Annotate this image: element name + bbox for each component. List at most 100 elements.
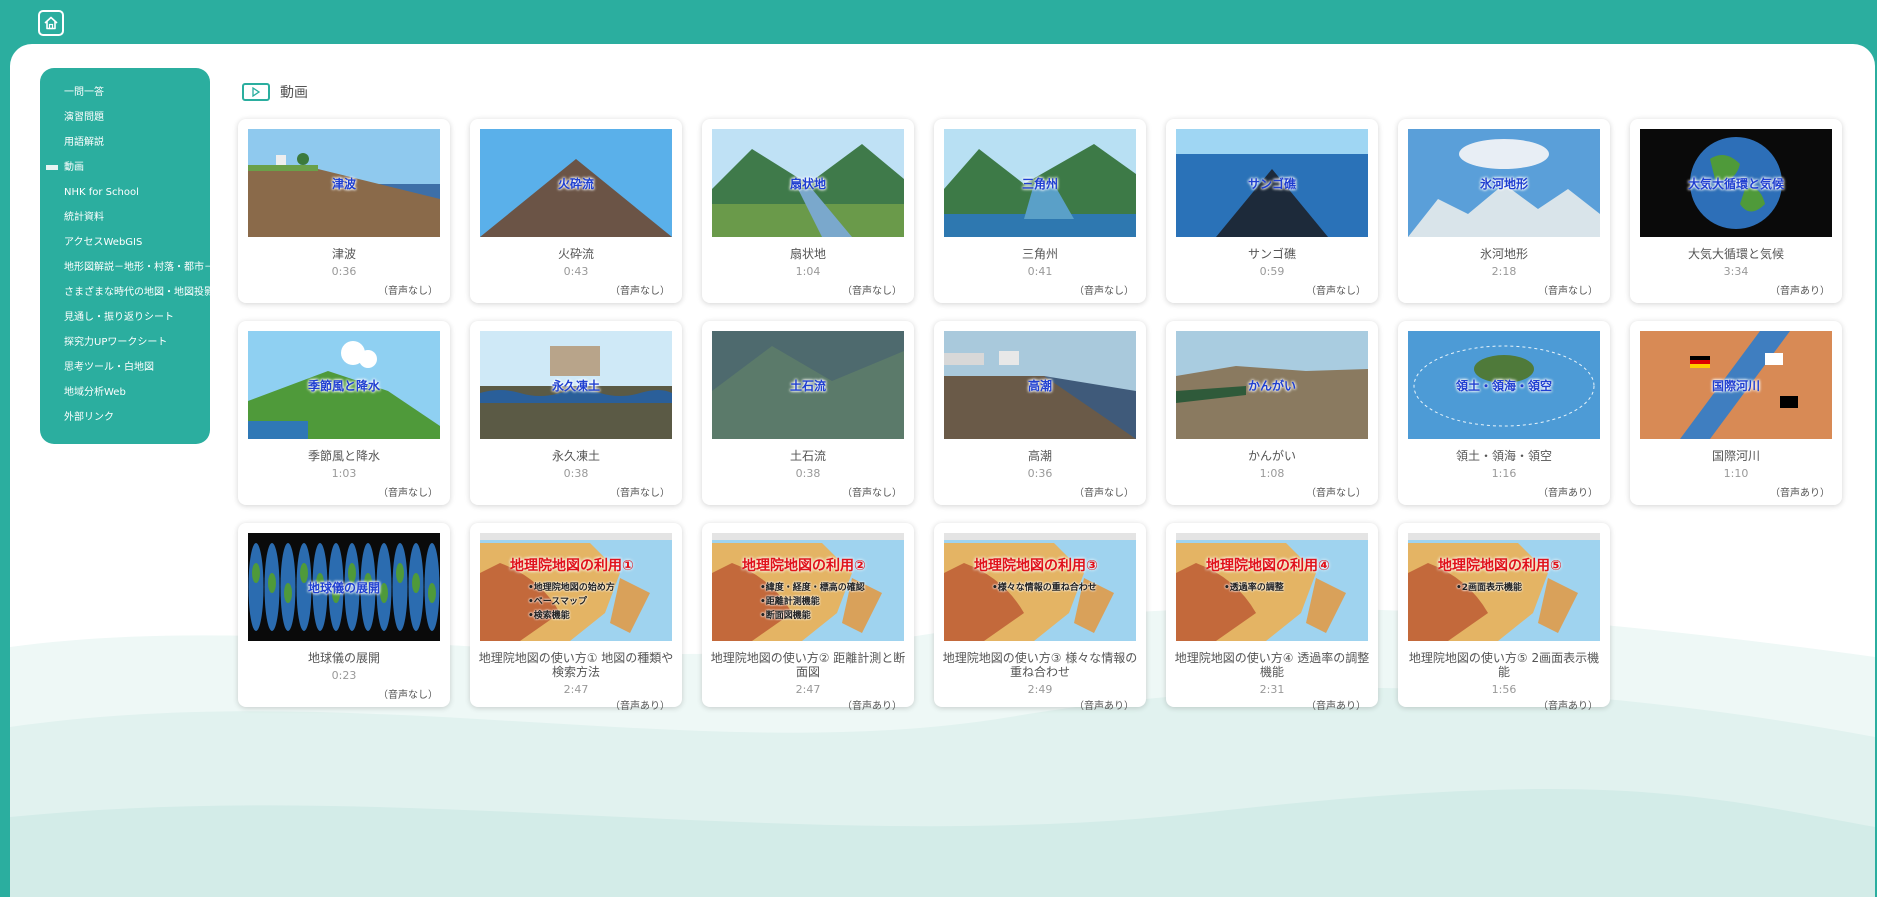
video-card[interactable]: 津波 津波 0:36 （音声なし） [238, 119, 450, 303]
video-title[interactable]: 土石流 [708, 449, 908, 463]
video-card[interactable]: サンゴ礁 サンゴ礁 0:59 （音声なし） [1166, 119, 1378, 303]
video-thumbnail[interactable]: 国際河川 [1640, 331, 1832, 439]
video-card[interactable]: 地球儀の展開 地球儀の展開 0:23 （音声なし） [238, 523, 450, 707]
video-card[interactable]: 季節風と降水 季節風と降水 1:03 （音声なし） [238, 321, 450, 505]
video-card[interactable]: 三角州 三角州 0:41 （音声なし） [934, 119, 1146, 303]
video-title[interactable]: 国際河川 [1636, 449, 1836, 463]
video-card[interactable]: 領土・領海・領空 領土・領海・領空 1:16 （音声あり） [1398, 321, 1610, 505]
video-thumbnail[interactable]: 三角州 [944, 129, 1136, 237]
video-title[interactable]: 大気大循環と気候 [1636, 247, 1836, 261]
video-card[interactable]: 土石流 土石流 0:38 （音声なし） [702, 321, 914, 505]
video-duration: 0:23 [331, 669, 357, 682]
sidebar-item[interactable]: 地域分析Web [40, 380, 210, 405]
video-thumbnail[interactable]: 地理院地図の利用① •地理院地図の始め方 •ベースマップ •検索機能 [480, 533, 672, 641]
video-title[interactable]: 地理院地図の使い方③ 様々な情報の重ね合わせ [940, 651, 1140, 679]
video-card[interactable]: 地理院地図の利用④ •透過率の調整 地理院地図の使い方④ 透過率の調整機能 2:31 （… [1166, 523, 1378, 712]
thumbnail-bullet: •距離計測機能 [760, 597, 820, 607]
video-card[interactable]: 地理院地図の利用② •緯度・経度・標高の確認 •距離計測機能 •断面図機能 地理院地図の… [702, 523, 914, 712]
top-bar [0, 0, 1877, 46]
thumbnail-bullet: •緯度・経度・標高の確認 [760, 583, 865, 593]
video-duration: 0:38 [563, 467, 589, 480]
home-button[interactable] [38, 10, 64, 36]
thumbnail-title: 地理院地図の利用② [742, 558, 866, 574]
video-thumbnail[interactable]: かんがい [1176, 331, 1368, 439]
sidebar-item[interactable]: 地形図解説－地形・村落・都市－ [40, 255, 210, 280]
video-card[interactable]: 大気大循環と気候 大気大循環と気候 3:34 （音声あり） [1630, 119, 1842, 303]
video-card[interactable]: 国際河川 国際河川 1:10 （音声あり） [1630, 321, 1842, 505]
sidebar-item[interactable]: 一問一答 [40, 80, 210, 105]
main-panel: 一問一答 演習問題 用語解説 動画 NHK for School 統計資料 アクセスWebG… [10, 44, 1875, 897]
video-card[interactable]: 地理院地図の利用⑤ •2画面表示機能 地理院地図の使い方⑤ 2画面表示機能 1:56 （… [1398, 523, 1610, 712]
video-card[interactable]: 永久凍土 永久凍土 0:38 （音声なし） [470, 321, 682, 505]
video-title[interactable]: 高潮 [940, 449, 1140, 463]
audio-badge: （音声なし） [610, 488, 670, 499]
video-title[interactable]: 領土・領海・領空 [1404, 449, 1604, 463]
thumbnail-caption: 季節風と降水 [307, 378, 380, 393]
sidebar-item[interactable]: さまざまな時代の地図・地図投影法 [40, 280, 210, 305]
video-thumbnail[interactable]: 高潮 [944, 331, 1136, 439]
video-duration: 0:41 [1027, 265, 1053, 278]
thumbnail-bullets: •緯度・経度・標高の確認 •距離計測機能 •断面図機能 [760, 581, 865, 623]
video-thumbnail[interactable]: 火砕流 [480, 129, 672, 237]
video-title[interactable]: 地理院地図の使い方④ 透過率の調整機能 [1172, 651, 1372, 679]
video-title[interactable]: 氷河地形 [1404, 247, 1604, 261]
thumbnail-title: 地理院地図の利用⑤ [1438, 558, 1562, 574]
video-thumbnail[interactable]: 土石流 [712, 331, 904, 439]
video-thumbnail[interactable]: 領土・領海・領空 [1408, 331, 1600, 439]
video-thumbnail[interactable]: 氷河地形 [1408, 129, 1600, 237]
video-duration: 0:59 [1259, 265, 1285, 278]
video-title[interactable]: 地球儀の展開 [244, 651, 444, 665]
video-card[interactable]: 氷河地形 氷河地形 2:18 （音声なし） [1398, 119, 1610, 303]
video-thumbnail[interactable]: 永久凍土 [480, 331, 672, 439]
audio-badge: （音声あり） [1538, 701, 1598, 712]
sidebar-item[interactable]: 動画 [40, 155, 210, 180]
sidebar-item[interactable]: 演習問題 [40, 105, 210, 130]
sidebar-item[interactable]: 外部リンク [40, 405, 210, 430]
sidebar-item[interactable]: NHK for School [40, 180, 210, 205]
video-title[interactable]: 永久凍土 [476, 449, 676, 463]
video-duration: 2:47 [563, 683, 589, 696]
video-thumbnail[interactable]: 地球儀の展開 [248, 533, 440, 641]
video-title[interactable]: 三角州 [940, 247, 1140, 261]
video-title[interactable]: 地理院地図の使い方⑤ 2画面表示機能 [1404, 651, 1604, 679]
thumbnail-bullets: •様々な情報の重ね合わせ [992, 581, 1097, 595]
video-thumbnail[interactable]: 地理院地図の利用⑤ •2画面表示機能 [1408, 533, 1600, 641]
video-title[interactable]: 季節風と降水 [244, 449, 444, 463]
thumbnail-caption: 津波 [331, 176, 356, 191]
video-thumbnail[interactable]: 扇状地 [712, 129, 904, 237]
video-thumbnail[interactable]: 地理院地図の利用③ •様々な情報の重ね合わせ [944, 533, 1136, 641]
video-title[interactable]: 扇状地 [708, 247, 908, 261]
audio-badge: （音声なし） [610, 286, 670, 297]
video-thumbnail[interactable]: サンゴ礁 [1176, 129, 1368, 237]
thumbnail-bullet: •地理院地図の始め方 [528, 583, 615, 593]
video-title[interactable]: 津波 [244, 247, 444, 261]
sidebar-item[interactable]: 思考ツール・白地図 [40, 355, 210, 380]
video-card[interactable]: かんがい かんがい 1:08 （音声なし） [1166, 321, 1378, 505]
sidebar-item[interactable]: 見通し・振り返りシート [40, 305, 210, 330]
video-thumbnail[interactable]: 大気大循環と気候 [1640, 129, 1832, 237]
video-card[interactable]: 火砕流 火砕流 0:43 （音声なし） [470, 119, 682, 303]
sidebar-item[interactable]: アクセスWebGIS [40, 230, 210, 255]
video-card[interactable]: 地理院地図の利用① •地理院地図の始め方 •ベースマップ •検索機能地理院地図の使い方… [470, 523, 682, 712]
video-card[interactable]: 扇状地 扇状地 1:04 （音声なし） [702, 119, 914, 303]
video-card[interactable]: 高潮 高潮 0:36 （音声なし） [934, 321, 1146, 505]
thumbnail-caption: サンゴ礁 [1247, 176, 1296, 191]
thumbnail-caption: 火砕流 [557, 176, 594, 191]
video-title[interactable]: 火砕流 [476, 247, 676, 261]
thumbnail-caption: かんがい [1247, 378, 1296, 393]
video-title[interactable]: かんがい [1172, 449, 1372, 463]
video-title[interactable]: サンゴ礁 [1172, 247, 1372, 261]
sidebar-item[interactable]: 統計資料 [40, 205, 210, 230]
sidebar-item[interactable]: 用語解説 [40, 130, 210, 155]
video-title[interactable]: 地理院地図の使い方② 距離計測と断面図 [708, 651, 908, 679]
video-card[interactable]: 地理院地図の利用③ •様々な情報の重ね合わせ地理院地図の使い方③ 様々な情報の重ね… [934, 523, 1146, 712]
video-thumbnail[interactable]: 季節風と降水 [248, 331, 440, 439]
sidebar-item[interactable]: 探究力UPワークシート [40, 330, 210, 355]
video-thumbnail[interactable]: 地理院地図の利用④ •透過率の調整 [1176, 533, 1368, 641]
video-title[interactable]: 地理院地図の使い方① 地図の種類や検索方法 [476, 651, 676, 679]
video-duration: 2:31 [1259, 683, 1285, 696]
video-duration: 0:36 [1027, 467, 1053, 480]
play-icon [242, 83, 270, 101]
video-thumbnail[interactable]: 地理院地図の利用② •緯度・経度・標高の確認 •距離計測機能 •断面図機能 [712, 533, 904, 641]
video-thumbnail[interactable]: 津波 [248, 129, 440, 237]
